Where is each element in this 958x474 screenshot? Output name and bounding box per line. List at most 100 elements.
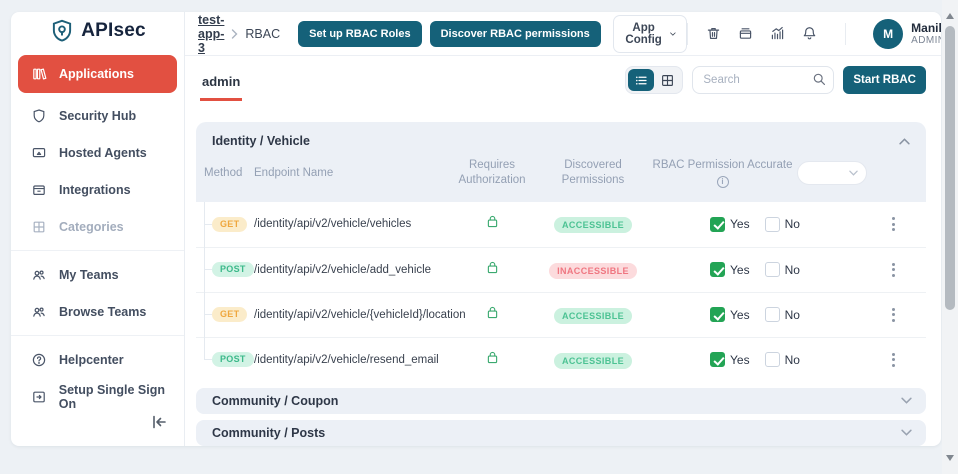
sidebar-item-browse-teams[interactable]: Browse Teams [11,293,184,330]
sidebar-item-my-teams[interactable]: My Teams [11,256,184,293]
breadcrumb-app-link[interactable]: test-app-3 [198,13,224,55]
app-config-label: App Config [625,21,662,46]
yes-checkbox[interactable] [710,216,726,232]
section-identity-vehicle: Identity / Vehicle Method Endpoint Name … [196,122,926,382]
archive-icon[interactable] [737,25,754,42]
page-scrollbar[interactable] [942,0,958,474]
sidebar-item-helpcenter[interactable]: Helpcenter [11,341,184,378]
sidebar-item-security-hub[interactable]: Security Hub [11,97,184,134]
team-icon [31,267,48,283]
column-endpoint-name: Endpoint Name [254,166,334,179]
column-requires-authorization: Requires Authorization [458,159,526,186]
kebab-menu-icon[interactable] [888,349,899,371]
setup-rbac-roles-button[interactable]: Set up RBAC Roles [298,20,422,47]
discovered-permission-badge: ACCESSIBLE [553,352,632,369]
team-icon [31,304,48,320]
kebab-menu-icon[interactable] [888,259,899,281]
tab-admin[interactable]: admin [200,60,243,101]
scrollbar-thumb[interactable] [945,26,955,310]
start-rbac-button[interactable]: Start RBAC [843,66,926,94]
sidebar: APIsec Applications Security Hub Hosted Ag… [11,12,185,446]
sidebar-item-applications[interactable]: Applications [18,55,177,93]
sidebar-item-label: Hosted Agents [59,145,147,160]
shield-icon [31,108,48,124]
sign-on-icon [31,389,48,405]
avatar[interactable]: M [873,18,904,49]
method-badge: GET [212,307,248,323]
table-rows: GET/identity/api/v2/vehicle/vehicles ACCE… [196,201,926,382]
no-label: No [784,217,800,232]
sidebar-item-integrations[interactable]: Integrations [11,171,184,208]
section-community-posts[interactable]: Community / Posts [196,419,926,446]
discover-rbac-permissions-button[interactable]: Discover RBAC permissions [429,20,601,47]
search [692,66,835,94]
tree-connector [204,359,212,361]
scroll-down-arrow-icon[interactable] [946,455,954,461]
yes-label: Yes [730,307,750,322]
sidebar-item-label: Security Hub [59,108,137,123]
app-config-dropdown[interactable]: App Config [612,14,688,53]
yes-label: Yes [730,352,750,367]
chevron-down-icon [670,31,676,36]
section-header: Identity / Vehicle Method Endpoint Name … [196,122,926,202]
sidebar-item-label: My Teams [59,267,119,282]
info-icon[interactable]: i [716,175,729,188]
yes-label: Yes [730,217,750,232]
sidebar-item-categories[interactable]: Categories [11,208,184,245]
lock-icon [485,304,500,326]
yes-checkbox[interactable] [710,307,726,323]
sidebar-item-setup-single-sign-on[interactable]: Setup Single Sign On [11,378,184,415]
app-window: APIsec Applications Security Hub Hosted Ag… [11,12,941,446]
grid-view-icon [661,74,673,86]
yes-checkbox[interactable] [710,352,726,368]
user-role: ADMIN [911,35,941,47]
sidebar-item-label: Categories [59,219,124,234]
trash-icon[interactable] [705,25,722,42]
no-checkbox[interactable] [764,352,780,368]
collapse-section-button[interactable] [899,137,910,145]
help-icon [31,352,48,368]
rbac-accurate-filter-select[interactable] [797,160,868,185]
grid-icon [31,219,48,235]
lock-icon [485,259,500,281]
no-checkbox[interactable] [764,216,780,232]
collapsed-sections: Community / Coupon Community / Posts [196,387,926,446]
yes-label: Yes [730,262,750,277]
divider [11,335,184,336]
sidebar-collapse-button[interactable] [135,415,184,446]
chevron-down-icon [901,397,912,405]
divider [845,22,847,45]
notifications-icon[interactable] [801,25,818,42]
topbar-icons: M Manikanta ADMIN [687,18,941,49]
section-title: Community / Coupon [212,393,339,408]
list-view-button[interactable] [628,69,655,91]
no-label: No [784,307,800,322]
yes-checkbox[interactable] [710,262,726,278]
sidebar-item-hosted-agents[interactable]: Hosted Agents [11,134,184,171]
sidebar-item-label: Integrations [59,182,131,197]
main-content: admin Search Start RBAC Identity / Vehic… [185,56,941,446]
grid-view-button[interactable] [654,69,680,91]
no-checkbox[interactable] [764,307,780,323]
method-badge: GET [212,216,248,232]
endpoint-name: /identity/api/v2/vehicle/resend_email [254,353,439,366]
analytics-icon[interactable] [769,25,786,42]
scroll-up-arrow-icon[interactable] [946,13,954,19]
kebab-menu-icon[interactable] [888,304,899,326]
topbar: test-app-3 RBAC Set up RBAC Roles Discov… [185,12,941,56]
column-header-row: Method Endpoint Name Requires Authorizat… [196,150,926,202]
collapse-left-icon [153,415,166,429]
endpoint-name: /identity/api/v2/vehicle/vehicles [254,218,412,231]
chevron-up-icon [899,137,910,144]
section-community-coupon[interactable]: Community / Coupon [196,387,926,414]
divider [687,22,689,45]
kebab-menu-icon[interactable] [888,213,899,235]
column-rbac-permission-accurate: RBAC Permission Accurate i [652,158,868,188]
breadcrumb: test-app-3 RBAC [198,13,280,55]
toolbar: Start RBAC [625,66,926,94]
tree-connector [204,269,212,271]
sidebar-item-label: Setup Single Sign On [58,382,166,411]
no-checkbox[interactable] [764,262,780,278]
apisec-logo: APIsec [11,12,184,49]
method-badge: POST [212,262,254,278]
